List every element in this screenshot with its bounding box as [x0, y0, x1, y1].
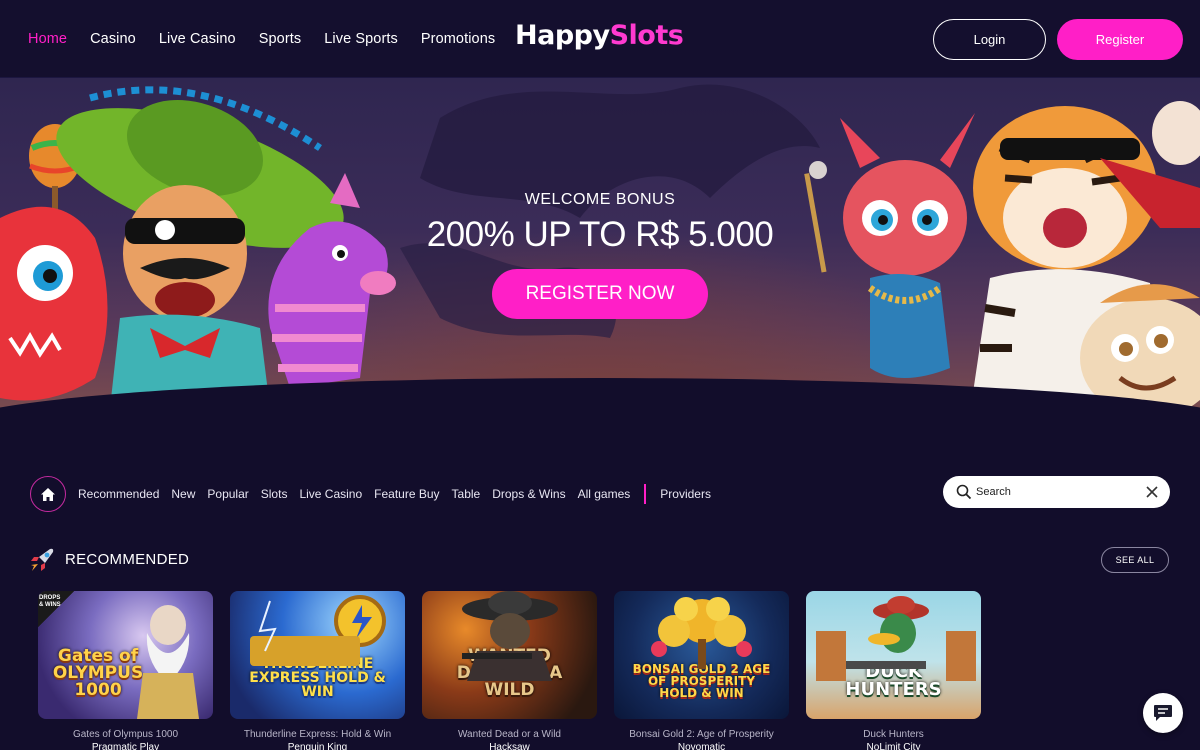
- category-slots[interactable]: Slots: [261, 487, 288, 501]
- duck-hunter-art: [816, 596, 976, 681]
- game-provider: NoLimit City: [866, 742, 921, 750]
- nav-casino[interactable]: Casino: [90, 31, 136, 47]
- drops-wins-badge: DROPS & WINS: [38, 591, 74, 627]
- category-feature-buy[interactable]: Feature Buy: [374, 487, 439, 501]
- game-provider: Penguin King: [287, 742, 348, 750]
- nav-sports[interactable]: Sports: [259, 31, 302, 47]
- zeus-art: [137, 605, 199, 719]
- category-bar: Recommended New Popular Slots Live Casin…: [30, 476, 723, 512]
- game-card[interactable]: DUCK HUNTERS Duck Hunters NoLimit City: [806, 591, 981, 750]
- category-drops-wins[interactable]: Drops & Wins: [492, 487, 565, 501]
- home-icon: [41, 487, 55, 501]
- happyslots-logo[interactable]: HappySlots: [515, 20, 684, 51]
- category-new[interactable]: New: [171, 487, 195, 501]
- game-name: Wanted Dead or a Wild: [457, 729, 561, 740]
- category-live-casino[interactable]: Live Casino: [299, 487, 362, 501]
- game-name: Gates of Olympus 1000: [72, 729, 179, 740]
- hero-banner: WELCOME BONUS 200% UP TO R$ 5.000 REGIST…: [0, 78, 1200, 413]
- category-recommended[interactable]: Recommended: [78, 487, 159, 501]
- rocket-icon: [31, 548, 54, 571]
- game-name: Thunderline Express: Hold & Win: [243, 729, 392, 740]
- game-search: [943, 476, 1170, 508]
- wanted-art: [462, 591, 558, 681]
- game-name: Duck Hunters: [863, 729, 924, 740]
- providers-link[interactable]: Providers: [660, 487, 711, 501]
- chat-icon: [1154, 705, 1172, 721]
- logo-text-happy: Happy: [515, 20, 610, 51]
- clear-search-icon[interactable]: [1146, 486, 1158, 498]
- search-icon: [956, 484, 972, 500]
- register-button[interactable]: Register: [1057, 19, 1183, 60]
- game-card[interactable]: WANTED DEAD OR A WILD Wanted Dead or a W…: [422, 591, 597, 750]
- see-all-button[interactable]: SEE ALL: [1101, 547, 1169, 573]
- thunderline-art: [250, 595, 386, 666]
- game-card[interactable]: BONSAI GOLD 2 AGE OF PROSPERITY HOLD & W…: [614, 591, 789, 750]
- drops-wins-badge-text: DROPS & WINS: [39, 595, 61, 608]
- welcome-bonus-label: WELCOME BONUS: [524, 191, 676, 208]
- game-provider: Pragmatic Play: [91, 742, 160, 750]
- register-now-button[interactable]: REGISTER NOW: [492, 269, 708, 319]
- game-thumbnail-bonsai-gold-2[interactable]: BONSAI GOLD 2 AGE OF PROSPERITY HOLD & W…: [614, 591, 789, 719]
- game-provider: Hacksaw: [489, 742, 530, 750]
- category-all-games[interactable]: All games: [578, 487, 631, 501]
- category-popular[interactable]: Popular: [207, 487, 248, 501]
- home-category-button[interactable]: [30, 476, 66, 512]
- top-header: Home Casino Live Casino Sports Live Spor…: [0, 0, 1200, 78]
- nav-promotions[interactable]: Promotions: [421, 31, 495, 47]
- game-name: Bonsai Gold 2: Age of Prosperity: [629, 729, 774, 740]
- game-thumbnail-thunderline-express[interactable]: THUNDERLINE EXPRESS HOLD & WIN: [230, 591, 405, 719]
- game-card[interactable]: THUNDERLINE EXPRESS HOLD & WIN Thunderli…: [230, 591, 405, 750]
- game-thumbnail-gates-of-olympus[interactable]: DROPS & WINS Gates of OLYMPUS 1000: [38, 591, 213, 719]
- main-nav: Home Casino Live Casino Sports Live Spor…: [28, 31, 518, 47]
- section-title-recommended: RECOMMENDED: [65, 551, 190, 568]
- recommended-games-row: DROPS & WINS Gates of OLYMPUS 1000 Gates…: [38, 591, 981, 750]
- bonsai-art: [651, 597, 752, 669]
- logo-text-slots: Slots: [609, 20, 684, 51]
- nav-live-sports[interactable]: Live Sports: [324, 31, 398, 47]
- live-chat-button[interactable]: [1143, 693, 1183, 733]
- game-thumbnail-wanted-dead-or-a-wild[interactable]: WANTED DEAD OR A WILD: [422, 591, 597, 719]
- nav-live-casino[interactable]: Live Casino: [159, 31, 236, 47]
- category-divider: [644, 484, 647, 504]
- game-card[interactable]: DROPS & WINS Gates of OLYMPUS 1000 Gates…: [38, 591, 213, 750]
- bonus-headline: 200% UP TO R$ 5.000: [426, 215, 774, 254]
- game-provider: Novomatic: [677, 742, 726, 750]
- game-thumbnail-duck-hunters[interactable]: DUCK HUNTERS: [806, 591, 981, 719]
- nav-home[interactable]: Home: [28, 31, 67, 47]
- category-table[interactable]: Table: [452, 487, 481, 501]
- login-button[interactable]: Login: [933, 19, 1046, 60]
- search-input[interactable]: [976, 486, 1136, 498]
